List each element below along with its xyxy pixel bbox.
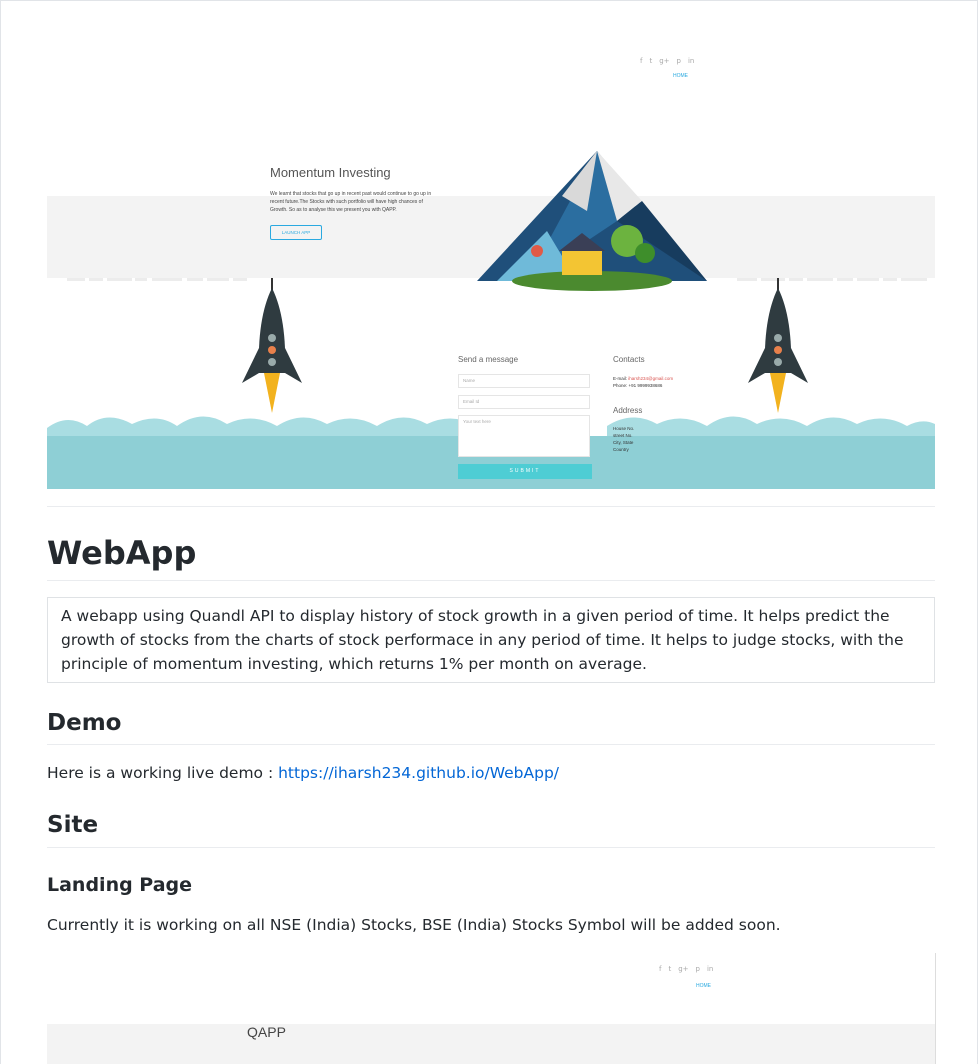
address-line: City, State <box>613 440 634 445</box>
facebook-icon[interactable]: f <box>640 57 642 65</box>
divider <box>47 580 935 581</box>
hero-section: f t g+ p in HOME Momentum Investing We l… <box>47 41 935 291</box>
hero-text: We learnt that stocks that go up in rece… <box>270 191 432 213</box>
linkedin-icon[interactable]: in <box>707 965 713 973</box>
address-line: House No. <box>613 426 635 431</box>
address-title: Address <box>613 406 643 415</box>
facebook-icon[interactable]: f <box>659 965 661 973</box>
demo-heading: Demo <box>47 710 122 736</box>
rocket-right-graphic <box>748 278 808 413</box>
google-plus-icon[interactable]: g+ <box>659 57 669 65</box>
contacts-title: Contacts <box>613 355 645 364</box>
mountain-illustration <box>477 151 707 291</box>
address-line: street No. <box>613 433 633 438</box>
site-heading: Site <box>47 812 99 838</box>
message-textarea[interactable]: Your text here <box>458 415 590 457</box>
hero-screenshot: f t g+ p in HOME Momentum Investing We l… <box>47 41 935 489</box>
name-field[interactable]: Name <box>458 374 590 388</box>
divider <box>47 744 935 745</box>
pinterest-icon[interactable]: p <box>696 965 700 973</box>
pinterest-icon[interactable]: p <box>677 57 681 65</box>
email-field[interactable]: Email Id <box>458 395 590 409</box>
landing-page-heading: Landing Page <box>47 874 193 896</box>
social-icons: f t g+ p in <box>659 965 713 973</box>
divider <box>47 506 935 507</box>
twitter-icon[interactable]: t <box>668 965 671 973</box>
page-title: WebApp <box>47 534 197 572</box>
send-message-title: Send a message <box>458 355 519 364</box>
address-line: Country <box>613 447 629 452</box>
divider <box>47 847 935 848</box>
readme-frame: f t g+ p in HOME Momentum Investing We l… <box>0 0 978 1064</box>
description-blockquote: A webapp using Quandl API to display his… <box>47 597 935 683</box>
launch-app-button[interactable]: LAUNCH APP <box>270 225 322 240</box>
rocket-left-graphic <box>242 278 302 413</box>
linkedin-icon[interactable]: in <box>688 57 694 65</box>
email-label: E-mail: <box>613 376 628 381</box>
contact-email: E-mail: iharsh234@gmail.com <box>613 375 673 382</box>
landing-paragraph: Currently it is working on all NSE (Indi… <box>47 916 781 934</box>
hero-title: Momentum Investing <box>270 165 391 180</box>
google-plus-icon[interactable]: g+ <box>678 965 688 973</box>
contact-phone: Phone: +91 9999938686 <box>613 383 663 388</box>
qapp-title: QAPP <box>247 1024 286 1040</box>
email-link[interactable]: iharsh234@gmail.com <box>628 376 673 381</box>
submit-button[interactable]: SUBMIT <box>458 464 592 479</box>
nav-home-link[interactable]: HOME <box>696 983 711 989</box>
demo-link[interactable]: https://iharsh234.github.io/WebApp/ <box>278 764 559 782</box>
demo-text: Here is a working live demo : <box>47 764 279 782</box>
landing-band <box>47 1024 935 1064</box>
social-icons: f t g+ p in <box>640 57 694 65</box>
demo-paragraph: Here is a working live demo : https://ih… <box>47 764 559 782</box>
twitter-icon[interactable]: t <box>649 57 652 65</box>
landing-screenshot: f t g+ p in HOME QAPP <box>47 953 936 1064</box>
nav-home-link[interactable]: HOME <box>673 73 688 79</box>
